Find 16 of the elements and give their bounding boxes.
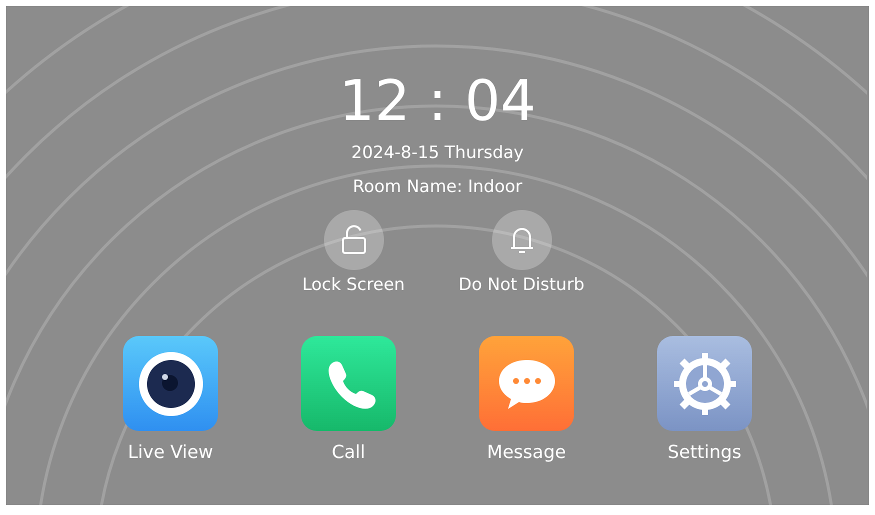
app-label: Live View xyxy=(128,441,214,465)
app-label: Call xyxy=(332,441,366,465)
app-tile[interactable] xyxy=(301,336,396,431)
app-tile[interactable] xyxy=(657,336,752,431)
action-label: Lock Screen xyxy=(302,274,405,296)
app-tile[interactable] xyxy=(479,336,574,431)
camera-lens-icon xyxy=(136,350,204,418)
app-label: Settings xyxy=(668,441,742,465)
app-tile[interactable] xyxy=(123,336,218,431)
gear-icon xyxy=(672,350,738,416)
action-label: Do Not Disturb xyxy=(458,274,584,296)
padlock-icon xyxy=(340,225,366,255)
app-label: Message xyxy=(487,441,566,465)
room-name: Room Name: Indoor xyxy=(352,176,522,198)
date-text: 2024-8-15 Thursday xyxy=(351,142,524,164)
clock-time: 12 : 04 xyxy=(339,70,536,134)
